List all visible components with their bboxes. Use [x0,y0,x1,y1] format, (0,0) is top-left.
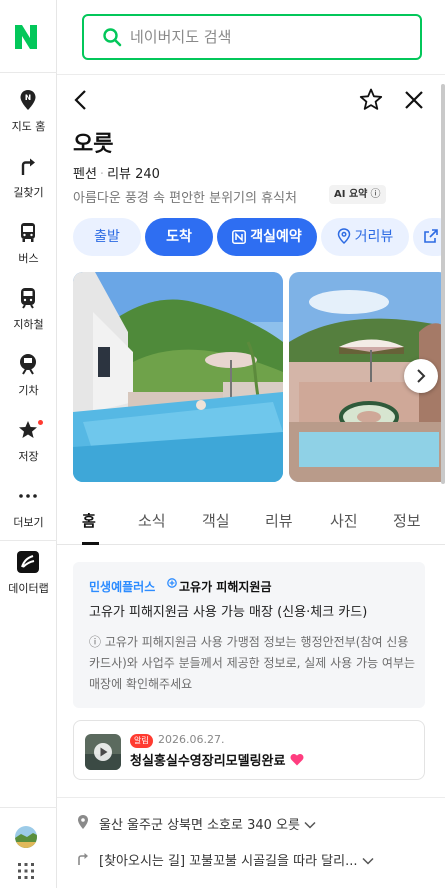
left-sidebar: 지도 홈 길찾기 버스 지하철 기차 저장 더보기 데이터랩 [0,0,57,888]
address-value: 울산 울주군 상북면 소호로 340 오릇 [99,818,300,833]
sidebar-divider [0,540,57,541]
support-fund-box: 민생예플러스 고유가 피해지원금 고유가 피해지원금 사용 가능 매장 (신용·… [73,562,425,708]
active-tab-indicator [82,542,99,545]
notice-thumbnail [85,734,121,770]
room-booking-button[interactable]: 객실예약 [217,218,317,256]
next-photo-button[interactable] [404,359,438,393]
booking-n-icon [232,230,247,244]
video-thumbnail [85,734,121,770]
sidebar-item-train[interactable]: 기차 [0,352,57,410]
sidebar-item-saved[interactable]: 저장 [0,418,57,476]
sidebar-item-map-home[interactable]: 지도 홈 [0,88,57,146]
tab-rooms[interactable]: 객실 [202,510,230,531]
chevron-right-icon [417,369,426,383]
avatar[interactable] [15,826,37,848]
sidebar-item-label: 버스 [18,252,39,265]
chevron-down-icon [304,821,316,829]
plus-circle-icon [167,578,177,588]
place-category: 펜션 [73,167,97,182]
back-icon[interactable] [69,87,95,113]
sidebar-item-subway[interactable]: 지하철 [0,286,57,344]
apps-grid-icon[interactable] [17,862,35,880]
review-count-link[interactable]: 리뷰 240 [107,167,160,182]
search-icon[interactable] [102,27,122,47]
street-view-label: 거리뷰 [354,229,394,245]
bus-icon [21,223,35,242]
sidebar-item-label: 데이터랩 [8,582,49,595]
search-bar [82,14,422,60]
directions-icon [21,158,35,175]
notice-title-text: 청실홍실수영장리모델링완료 [130,754,286,769]
sidebar-item-label: 지도 홈 [11,120,46,133]
departure-button[interactable]: 출발 [73,218,141,256]
divider [57,797,445,798]
more-icon [19,494,37,498]
address-text: 울산 울주군 상북면 소호로 340 오릇 [99,814,316,833]
map-pin-icon [20,90,36,110]
chevron-down-icon [362,857,374,865]
datalab-icon [17,551,39,573]
sidebar-item-more[interactable]: 더보기 [0,484,57,542]
location-pin-icon [337,228,350,245]
detail-tabs: 홈 소식 객실 리뷰 사진 정보 [57,500,445,545]
share-icon [424,229,438,243]
sidebar-item-label: 지하철 [13,318,44,331]
tab-reviews[interactable]: 리뷰 [265,510,293,531]
divider [57,74,445,75]
search-input[interactable] [130,24,400,50]
ai-summary-label: AI 요약 [334,189,368,200]
sidebar-item-label: 저장 [18,450,39,463]
place-meta: 펜션 · 리뷰 240 [73,163,160,182]
directions-text: [찾아오시는 길] 꼬불꼬불 시골길을 따라 달리... [99,850,374,869]
tab-photos[interactable]: 사진 [330,510,358,531]
scrollbar[interactable] [441,84,445,484]
naver-logo[interactable] [14,24,38,50]
sidebar-item-label: 길찾기 [13,186,44,199]
brand-label: 민생예플러스 [89,580,156,594]
favorite-star-icon[interactable] [358,87,384,113]
tab-home[interactable]: 홈 [82,510,96,531]
sidebar-item-bus[interactable]: 버스 [0,220,57,278]
location-pin-icon [78,815,88,829]
place-description: 아름다운 풍경 속 편안한 분위기의 휴식처 [73,191,297,206]
heart-icon [290,753,304,766]
notice-title: 청실홍실수영장리모델링완료 [130,750,304,769]
train-icon [20,354,36,375]
tab-info[interactable]: 정보 [393,510,421,531]
directions-icon [78,853,88,865]
star-icon [19,421,37,438]
info-icon: ⓘ [370,189,381,200]
separator-dot: · [99,167,105,182]
sidebar-item-label: 더보기 [13,516,44,529]
pool-photo [73,272,283,482]
tab-news[interactable]: 소식 [138,510,166,531]
place-photo-1[interactable] [73,272,283,482]
notice-tag: 알림 [130,734,153,748]
place-detail-panel: 오릇 펜션·리뷰 240 아름다운 풍경 속 편안한 분위기의 휴식처 AI 요… [57,0,445,888]
place-name: 오릇 [73,132,114,157]
support-fund-title: 고유가 피해지원금 [179,580,272,594]
support-fund-availability: 고유가 피해지원금 사용 가능 매장 (신용·체크 카드) [89,605,368,620]
ai-summary-badge[interactable]: AI 요약 ⓘ [329,185,386,204]
subway-icon [21,288,35,309]
notification-dot [38,420,43,425]
close-icon[interactable] [401,87,427,113]
arrival-button[interactable]: 도착 [145,218,213,256]
notice-card[interactable]: 알림 2026.06.27. 청실홍실수영장리모델링완료 [73,720,425,780]
room-booking-label: 객실예약 [250,229,302,245]
support-fund-note: ⓘ 고유가 피해지원금 사용 가맹점 정보는 행정안전부(참여 신용카드사)와 … [89,635,416,691]
sidebar-item-directions[interactable]: 길찾기 [0,154,57,212]
street-view-button[interactable]: 거리뷰 [321,218,409,256]
sidebar-divider [0,72,57,73]
sidebar-item-label: 기차 [18,384,39,397]
sidebar-divider [0,807,57,808]
directions-value: [찾아오시는 길] 꼬불꼬불 시골길을 따라 달리... [99,854,358,869]
notice-date: 2026.06.27. [158,733,225,746]
sidebar-item-datalab[interactable]: 데이터랩 [0,550,57,608]
